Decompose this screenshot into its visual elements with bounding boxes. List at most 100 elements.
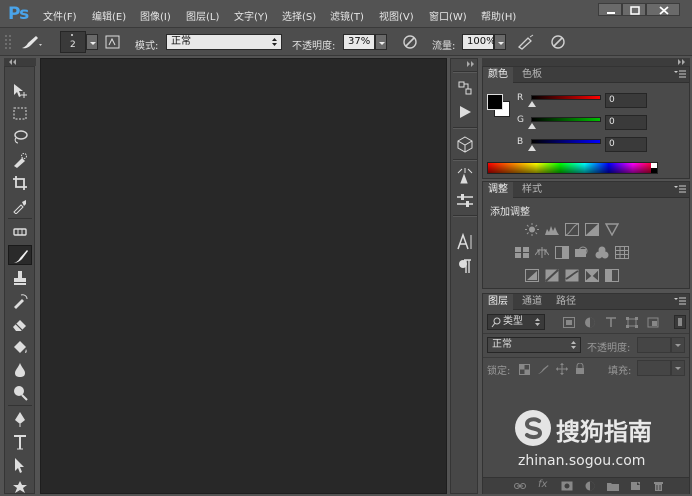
tab-layers[interactable]: 图层	[483, 294, 513, 310]
lock-transparent-icon[interactable]	[519, 364, 530, 375]
g-slider[interactable]	[531, 117, 601, 122]
clone-stamp-tool[interactable]	[8, 268, 32, 288]
panel-menu-icon[interactable]	[674, 70, 686, 79]
opacity-dropdown[interactable]	[375, 34, 387, 50]
toolbar-header[interactable]	[4, 58, 36, 66]
link-icon[interactable]	[514, 481, 526, 491]
new-adjustment-icon[interactable]	[584, 481, 596, 491]
healing-brush-tool[interactable]	[8, 222, 32, 242]
menu-layer[interactable]: 图层(L)	[186, 8, 219, 23]
color-balance-icon[interactable]	[535, 246, 549, 259]
tab-adjustments[interactable]: 调整	[483, 182, 513, 198]
selective-color-icon[interactable]	[585, 269, 599, 282]
filter-type-icon[interactable]	[605, 317, 617, 328]
tool-preset-picker[interactable]	[18, 32, 44, 52]
slider-thumb-icon[interactable]	[528, 123, 536, 129]
blur-tool[interactable]	[8, 360, 32, 380]
foreground-color-swatch[interactable]	[487, 94, 503, 110]
type-tool[interactable]	[8, 432, 32, 452]
fill-dropdown[interactable]	[671, 360, 685, 376]
maximize-button[interactable]	[622, 3, 646, 16]
flow-input[interactable]: 100%	[462, 34, 496, 50]
close-button[interactable]	[646, 3, 680, 16]
panels-header[interactable]	[482, 58, 690, 66]
lock-position-icon[interactable]	[556, 363, 568, 375]
shape-tool[interactable]	[8, 478, 32, 494]
menu-window[interactable]: 窗口(W)	[429, 8, 467, 23]
menu-help[interactable]: 帮助(H)	[481, 8, 516, 23]
layer-filter-select[interactable]: 类型	[487, 314, 545, 330]
slider-thumb-icon[interactable]	[528, 101, 536, 107]
r-slider[interactable]	[531, 95, 601, 100]
menu-type[interactable]: 文字(Y)	[234, 8, 268, 23]
panel-menu-icon[interactable]	[674, 185, 686, 194]
tab-channels[interactable]: 通道	[517, 294, 547, 310]
history-brush-tool[interactable]	[8, 291, 32, 311]
layer-opacity-input[interactable]	[637, 337, 671, 353]
paint-bucket-tool[interactable]	[8, 337, 32, 357]
layer-opacity-dropdown[interactable]	[671, 337, 685, 353]
trash-icon[interactable]	[653, 480, 664, 492]
new-group-icon[interactable]	[607, 481, 619, 491]
black-white-icon[interactable]	[555, 246, 569, 259]
panel-menu-icon[interactable]	[674, 297, 686, 306]
fill-input[interactable]	[637, 360, 671, 376]
vibrance-icon[interactable]	[605, 223, 619, 236]
brush-presets-button[interactable]	[455, 167, 475, 185]
lock-all-icon[interactable]	[575, 363, 585, 375]
eyedropper-tool[interactable]	[8, 196, 32, 216]
move-tool[interactable]	[8, 81, 32, 101]
levels-icon[interactable]	[545, 223, 559, 236]
new-layer-icon[interactable]	[630, 481, 642, 491]
3d-panel-button[interactable]	[455, 135, 475, 153]
photo-filter-icon[interactable]	[575, 246, 589, 259]
tab-swatches[interactable]: 色板	[517, 67, 547, 83]
menu-edit[interactable]: 编辑(E)	[92, 8, 126, 23]
layer-mask-icon[interactable]	[561, 481, 573, 491]
paragraph-panel-button[interactable]	[455, 257, 475, 275]
threshold-icon[interactable]	[565, 269, 579, 282]
invert-icon[interactable]	[525, 269, 539, 282]
history-panel-button[interactable]	[455, 79, 475, 97]
lock-image-icon[interactable]	[537, 364, 549, 375]
brush-tool[interactable]	[8, 245, 32, 265]
crop-tool[interactable]	[8, 173, 32, 193]
opacity-input[interactable]: 37%	[343, 34, 375, 50]
color-lookup-icon[interactable]	[615, 246, 629, 259]
exposure-icon[interactable]	[585, 223, 599, 236]
quick-select-tool[interactable]	[8, 150, 32, 170]
blend-mode-select[interactable]: 正常	[487, 337, 581, 353]
marquee-tool[interactable]	[8, 104, 32, 124]
posterize-icon[interactable]	[545, 269, 559, 282]
menu-image[interactable]: 图像(I)	[140, 8, 171, 23]
gradient-map-icon[interactable]	[605, 269, 619, 282]
brush-size-dropdown[interactable]	[86, 34, 98, 50]
color-spectrum[interactable]	[487, 162, 658, 174]
brightness-icon[interactable]	[525, 223, 539, 236]
airbrush-button[interactable]	[516, 33, 536, 51]
tab-paths[interactable]: 路径	[551, 294, 581, 310]
actions-panel-button[interactable]	[455, 103, 475, 121]
curves-icon[interactable]	[565, 223, 579, 236]
clone-source-button[interactable]	[455, 191, 475, 209]
slider-thumb-icon[interactable]	[528, 145, 536, 151]
filter-shape-icon[interactable]	[626, 317, 638, 328]
lasso-tool[interactable]	[8, 127, 32, 147]
brush-size-picker[interactable]: 2	[60, 31, 86, 53]
menu-view[interactable]: 视图(V)	[379, 8, 414, 23]
menu-filter[interactable]: 滤镜(T)	[330, 8, 364, 23]
dodge-tool[interactable]	[8, 383, 32, 403]
pen-tool[interactable]	[8, 409, 32, 429]
minimize-button[interactable]	[598, 3, 622, 16]
filter-toggle[interactable]	[674, 315, 686, 329]
brush-panel-toggle[interactable]	[104, 34, 122, 50]
b-value[interactable]: 0	[605, 137, 647, 152]
mode-select[interactable]: 正常	[166, 34, 282, 50]
document-canvas[interactable]	[40, 58, 447, 494]
tab-color[interactable]: 颜色	[483, 67, 513, 83]
character-panel-button[interactable]	[455, 232, 475, 251]
g-value[interactable]: 0	[605, 115, 647, 130]
channel-mixer-icon[interactable]	[595, 246, 609, 259]
r-value[interactable]: 0	[605, 93, 647, 108]
filter-adjustment-icon[interactable]	[584, 317, 596, 328]
